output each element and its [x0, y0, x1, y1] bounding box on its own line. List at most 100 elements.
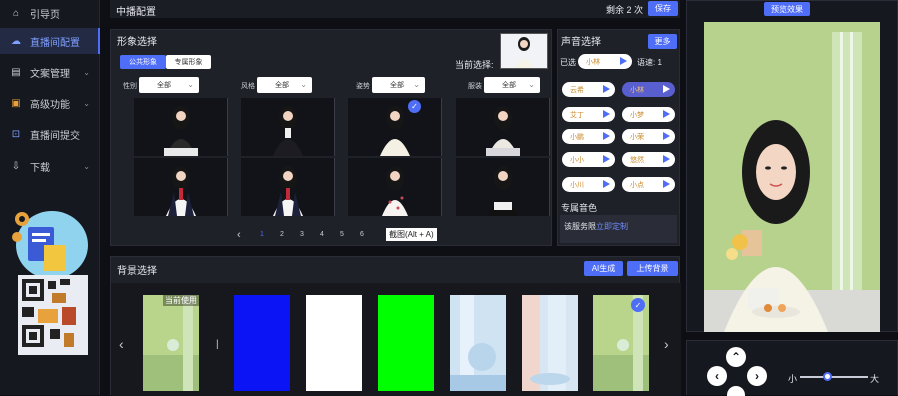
custom-voice-text: 该服务限: [564, 222, 596, 231]
background-option-white[interactable]: [306, 295, 362, 391]
tab-exclusive-avatar[interactable]: 专属形象: [166, 55, 211, 69]
background-option-selected[interactable]: ✓: [593, 295, 649, 391]
page-4[interactable]: 4: [320, 231, 324, 238]
voice-option-label: 小小: [570, 156, 584, 164]
play-icon: [603, 110, 610, 118]
current-avatar-preview: [500, 33, 548, 69]
sidebar-item-submit[interactable]: ⊡ 直播间提交: [0, 121, 100, 147]
voice-option[interactable]: 小小: [562, 152, 615, 167]
voice-option[interactable]: 艾丁: [562, 107, 615, 122]
size-large-label: 大: [870, 374, 880, 384]
divider: |: [216, 339, 219, 350]
page-6[interactable]: 6: [360, 231, 364, 238]
page-5[interactable]: 5: [340, 231, 344, 238]
screenshot-hint: 截图(Alt + A): [386, 228, 437, 241]
home-icon: ⌂: [12, 7, 20, 19]
sidebar-item-label: 下载: [30, 162, 50, 174]
voice-option[interactable]: 小点: [622, 177, 675, 192]
play-icon: [663, 180, 670, 188]
voice-option[interactable]: 悠然: [622, 152, 675, 167]
sidebar-item-download[interactable]: ⇩ 下载 ⌄: [0, 153, 100, 179]
avatar-option-selected[interactable]: ✓: [348, 98, 442, 156]
in-use-label: 当前使用: [163, 295, 199, 306]
tab-public-avatar[interactable]: 公共形象: [120, 55, 166, 69]
background-section-title: 背景选择: [117, 266, 157, 277]
custom-voice-link[interactable]: 立即定制: [596, 222, 628, 231]
voice-panel: 声音选择 更多 已选 小林 语速: 1 云希 小林 艾丁 小梦 小鹏 小荣 小小…: [557, 29, 680, 246]
selected-voice-label: 已选: [560, 58, 576, 67]
voice-option[interactable]: 小梦: [622, 107, 675, 122]
page-title: 中播配置: [116, 7, 156, 18]
avatar-option[interactable]: [134, 98, 228, 156]
voice-option-label: 云希: [570, 86, 584, 94]
move-left-icon[interactable]: ‹: [707, 366, 727, 386]
size-slider-handle[interactable]: [823, 372, 832, 381]
play-icon: [620, 57, 627, 65]
promo-illustration: [8, 205, 92, 365]
pagination-prev[interactable]: ‹: [237, 229, 241, 241]
outfit-select-value: 全部: [502, 82, 516, 89]
gender-select[interactable]: 全部 ⌄: [139, 77, 199, 93]
style-select-value: 全部: [275, 82, 289, 89]
voice-option[interactable]: 小川: [562, 177, 615, 192]
voice-option[interactable]: 云希: [562, 82, 615, 97]
voice-option-label: 小荣: [630, 133, 644, 141]
avatar-option[interactable]: [241, 98, 335, 156]
pose-select[interactable]: 全部 ⌄: [372, 77, 425, 93]
avatar-option[interactable]: [134, 158, 228, 216]
chevron-down-icon: ⌄: [83, 67, 90, 77]
preview-button[interactable]: 预览效果: [764, 2, 810, 16]
background-next-button[interactable]: ›: [664, 336, 669, 352]
voice-option-label: 小点: [630, 181, 644, 189]
play-icon: [603, 132, 610, 140]
current-selection-label: 当前选择:: [455, 60, 494, 70]
avatar-section-title: 形象选择: [117, 37, 157, 48]
size-slider-track[interactable]: [800, 376, 868, 378]
move-right-icon[interactable]: ›: [747, 366, 767, 386]
cloud-icon: ☁: [11, 35, 21, 47]
size-small-label: 小: [788, 374, 798, 384]
outfit-select[interactable]: 全部 ⌄: [484, 77, 540, 93]
custom-voice-box: 该服务限立即定制: [560, 215, 677, 243]
avatar-option[interactable]: [241, 158, 335, 216]
page-2[interactable]: 2: [280, 231, 284, 238]
background-option-green[interactable]: [378, 295, 434, 391]
live-preview-canvas: [704, 22, 880, 332]
voice-option-label: 悠然: [630, 156, 644, 164]
move-up-icon[interactable]: ⌃: [726, 347, 746, 367]
play-icon: [663, 155, 670, 163]
more-voices-button[interactable]: 更多: [648, 34, 677, 49]
avatar-option[interactable]: [348, 158, 442, 216]
avatar-option[interactable]: [456, 98, 550, 156]
style-select[interactable]: 全部 ⌄: [257, 77, 312, 93]
chevron-down-icon: ⌄: [413, 80, 420, 89]
ai-generate-button[interactable]: AI生成: [584, 261, 623, 276]
background-option-glass[interactable]: [450, 295, 506, 391]
selected-voice-pill[interactable]: 小林: [578, 54, 632, 69]
voice-option[interactable]: 小鹏: [562, 129, 615, 144]
voice-option[interactable]: 小荣: [622, 129, 675, 144]
background-prev-button[interactable]: ‹: [119, 336, 124, 352]
upload-background-button[interactable]: 上传背景: [627, 261, 678, 276]
grid-icon: ▣: [11, 97, 21, 109]
filter-pose-label: 姿势: [356, 83, 370, 90]
chevron-down-icon: ⌄: [187, 80, 194, 89]
sidebar-item-live-config[interactable]: ☁ 直播间配置: [0, 28, 100, 54]
page-1[interactable]: 1: [260, 231, 264, 238]
speed-label: 语速: 1: [637, 58, 662, 67]
filter-outfit-label: 服装: [468, 83, 482, 90]
sidebar-item-script[interactable]: ▤ 文案管理 ⌄: [0, 59, 100, 85]
background-option-blue[interactable]: [234, 295, 290, 391]
voice-option-label: 小梦: [630, 111, 644, 119]
save-button[interactable]: 保存: [648, 1, 678, 16]
play-icon: [603, 85, 610, 93]
page-3[interactable]: 3: [300, 231, 304, 238]
sidebar-item-advanced[interactable]: ▣ 高级功能 ⌄: [0, 90, 100, 116]
background-option-pastel[interactable]: [522, 295, 578, 391]
sidebar-item-label: 直播间配置: [30, 37, 80, 49]
voice-option-selected[interactable]: 小林: [622, 82, 675, 97]
avatar-option[interactable]: [456, 158, 550, 216]
background-option-current[interactable]: 当前使用: [143, 295, 199, 391]
sidebar-item-guide[interactable]: ⌂ 引导页: [0, 0, 100, 26]
custom-voice-title: 专属音色: [561, 203, 598, 213]
